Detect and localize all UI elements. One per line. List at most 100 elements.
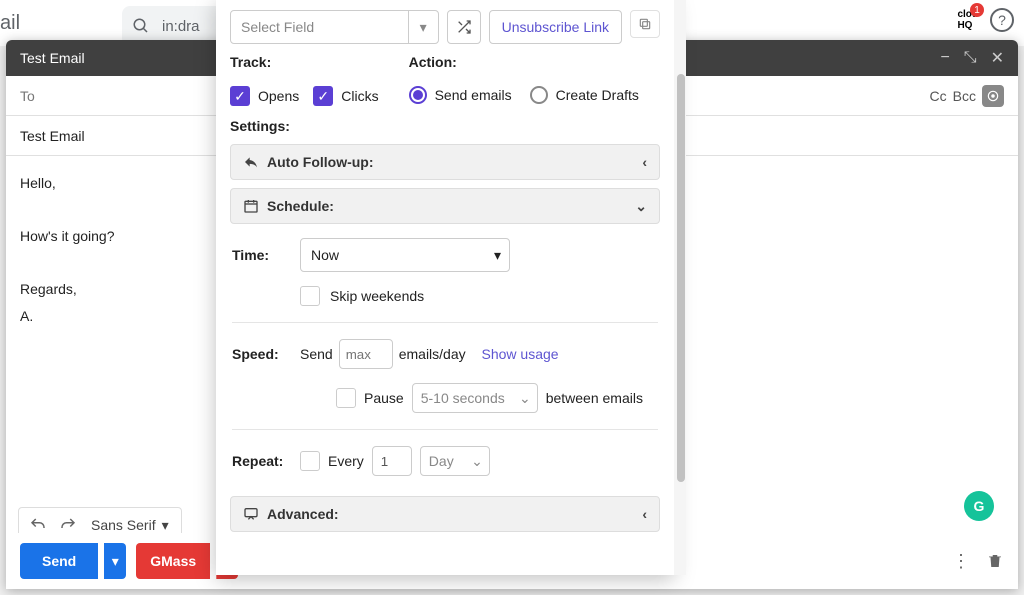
settings-label: Settings: bbox=[230, 118, 660, 134]
expand-icon[interactable]: ⤡ bbox=[964, 49, 977, 67]
select-field-dropdown[interactable]: Select Field ▾ bbox=[230, 10, 439, 44]
gmail-logo-fragment: ail bbox=[0, 12, 52, 35]
send-emails-label: Send emails bbox=[435, 87, 512, 103]
reply-icon bbox=[243, 154, 259, 170]
chevron-down-icon: ⌄ bbox=[635, 198, 647, 215]
shuffle-icon[interactable] bbox=[447, 10, 481, 44]
track-column: Track: ✓ Opens ✓ Clicks bbox=[230, 54, 379, 106]
checkbox-unchecked-icon bbox=[300, 286, 320, 306]
cloudhq-sub: HQ bbox=[957, 20, 978, 31]
pause-label: Pause bbox=[364, 390, 404, 406]
between-emails-label: between emails bbox=[546, 390, 643, 406]
select-field-placeholder: Select Field bbox=[241, 19, 314, 35]
radio-unchecked-icon bbox=[530, 86, 548, 104]
calendar-icon bbox=[243, 198, 259, 214]
popover-scrollbar[interactable] bbox=[674, 0, 686, 575]
chevron-down-icon: ▾ bbox=[494, 247, 501, 264]
send-row-right: ⋮ bbox=[952, 551, 1004, 572]
chat-icon bbox=[243, 506, 259, 522]
repeat-count-input[interactable] bbox=[372, 446, 412, 476]
pause-select[interactable]: 5-10 seconds ⌄ bbox=[412, 383, 538, 413]
checkbox-unchecked-icon[interactable] bbox=[336, 388, 356, 408]
to-label: To bbox=[20, 88, 35, 104]
repeat-unit-select[interactable]: Day ⌄ bbox=[420, 446, 490, 476]
every-label: Every bbox=[328, 453, 364, 469]
action-column: Action: Send emails Create Drafts bbox=[409, 54, 660, 106]
trash-icon[interactable] bbox=[986, 552, 1004, 570]
repeat-row: Repeat: Every Day ⌄ bbox=[232, 446, 658, 476]
time-row: Time: Now ▾ bbox=[232, 238, 658, 272]
minimize-icon[interactable]: − bbox=[940, 49, 949, 67]
search-query: in:dra bbox=[162, 18, 200, 35]
divider bbox=[232, 429, 658, 430]
send-button[interactable]: Send bbox=[20, 543, 98, 579]
compose-title: Test Email bbox=[20, 50, 85, 66]
cloudhq-badge[interactable]: clou HQ 1 bbox=[957, 9, 978, 31]
opens-checkbox-row[interactable]: ✓ Opens bbox=[230, 86, 299, 106]
cloudhq-count: 1 bbox=[970, 3, 984, 17]
unsubscribe-link-button[interactable]: Unsubscribe Link bbox=[489, 10, 622, 44]
speed-suffix: emails/day bbox=[399, 346, 466, 362]
track-action-row: Track: ✓ Opens ✓ Clicks Action: Send ema… bbox=[230, 54, 660, 106]
show-usage-link[interactable]: Show usage bbox=[482, 346, 559, 362]
cc-link[interactable]: Cc bbox=[930, 88, 947, 104]
time-value: Now bbox=[311, 247, 339, 263]
chevron-left-icon: ‹ bbox=[642, 506, 647, 522]
repeat-unit-value: Day bbox=[429, 453, 454, 469]
copy-icon[interactable] bbox=[630, 10, 660, 38]
font-name: Sans Serif bbox=[91, 517, 156, 533]
extension-icon[interactable] bbox=[982, 85, 1004, 107]
schedule-accordion[interactable]: Schedule: ⌄ bbox=[230, 188, 660, 224]
speed-label: Speed: bbox=[232, 346, 300, 362]
topbar-right: clou HQ 1 ? bbox=[957, 8, 1014, 32]
gmass-settings-popover: Select Field ▾ Unsubscribe Link Track: ✓… bbox=[216, 0, 674, 575]
time-select[interactable]: Now ▾ bbox=[300, 238, 510, 272]
subject-text: Test Email bbox=[20, 128, 85, 144]
checkbox-checked-icon: ✓ bbox=[313, 86, 333, 106]
more-options-icon[interactable]: ⋮ bbox=[952, 551, 970, 572]
font-family-select[interactable]: Sans Serif ▾ bbox=[85, 517, 175, 534]
send-emails-radio[interactable]: Send emails bbox=[409, 86, 512, 104]
chevron-down-icon: ⌄ bbox=[471, 453, 483, 470]
skip-weekends-row[interactable]: Skip weekends bbox=[300, 286, 658, 306]
divider bbox=[232, 322, 658, 323]
auto-followup-label: Auto Follow-up: bbox=[267, 154, 374, 170]
send-prefix: Send bbox=[300, 346, 333, 362]
track-label: Track: bbox=[230, 54, 379, 70]
close-icon[interactable]: ✕ bbox=[991, 48, 1004, 68]
chevron-left-icon: ‹ bbox=[642, 154, 647, 170]
radio-checked-icon bbox=[409, 86, 427, 104]
send-more-button[interactable]: ▾ bbox=[104, 543, 126, 579]
skip-weekends-label: Skip weekends bbox=[330, 288, 424, 304]
create-drafts-radio[interactable]: Create Drafts bbox=[530, 86, 639, 104]
action-label: Action: bbox=[409, 54, 660, 70]
bcc-link[interactable]: Bcc bbox=[953, 88, 976, 104]
chevron-down-icon: ▾ bbox=[408, 11, 438, 43]
grammarly-icon[interactable]: G bbox=[964, 491, 994, 521]
schedule-label: Schedule: bbox=[267, 198, 334, 214]
gmass-button[interactable]: GMass bbox=[136, 543, 210, 579]
time-label: Time: bbox=[232, 247, 300, 263]
popover-top-row: Select Field ▾ Unsubscribe Link bbox=[230, 10, 660, 44]
scrollbar-thumb[interactable] bbox=[677, 74, 685, 482]
pause-row: Pause 5-10 seconds ⌄ between emails bbox=[336, 383, 658, 413]
clicks-label: Clicks bbox=[341, 88, 378, 104]
auto-followup-accordion[interactable]: Auto Follow-up: ‹ bbox=[230, 144, 660, 180]
checkbox-checked-icon: ✓ bbox=[230, 86, 250, 106]
advanced-accordion[interactable]: Advanced: ‹ bbox=[230, 496, 660, 532]
create-drafts-label: Create Drafts bbox=[556, 87, 639, 103]
speed-row: Speed: Send emails/day Show usage bbox=[232, 339, 658, 369]
chevron-down-icon: ▾ bbox=[162, 517, 169, 534]
opens-label: Opens bbox=[258, 88, 299, 104]
chevron-down-icon: ⌄ bbox=[519, 390, 531, 407]
help-icon[interactable]: ? bbox=[990, 8, 1014, 32]
checkbox-unchecked-icon[interactable] bbox=[300, 451, 320, 471]
speed-input[interactable] bbox=[339, 339, 393, 369]
schedule-body: Time: Now ▾ Skip weekends Speed: Send em… bbox=[230, 232, 660, 486]
window-controls: − ⤡ ✕ bbox=[940, 48, 1004, 68]
advanced-label: Advanced: bbox=[267, 506, 339, 522]
repeat-label: Repeat: bbox=[232, 453, 300, 469]
recipient-links: Cc Bcc bbox=[930, 85, 1004, 107]
clicks-checkbox-row[interactable]: ✓ Clicks bbox=[313, 86, 378, 106]
pause-value: 5-10 seconds bbox=[421, 390, 505, 406]
